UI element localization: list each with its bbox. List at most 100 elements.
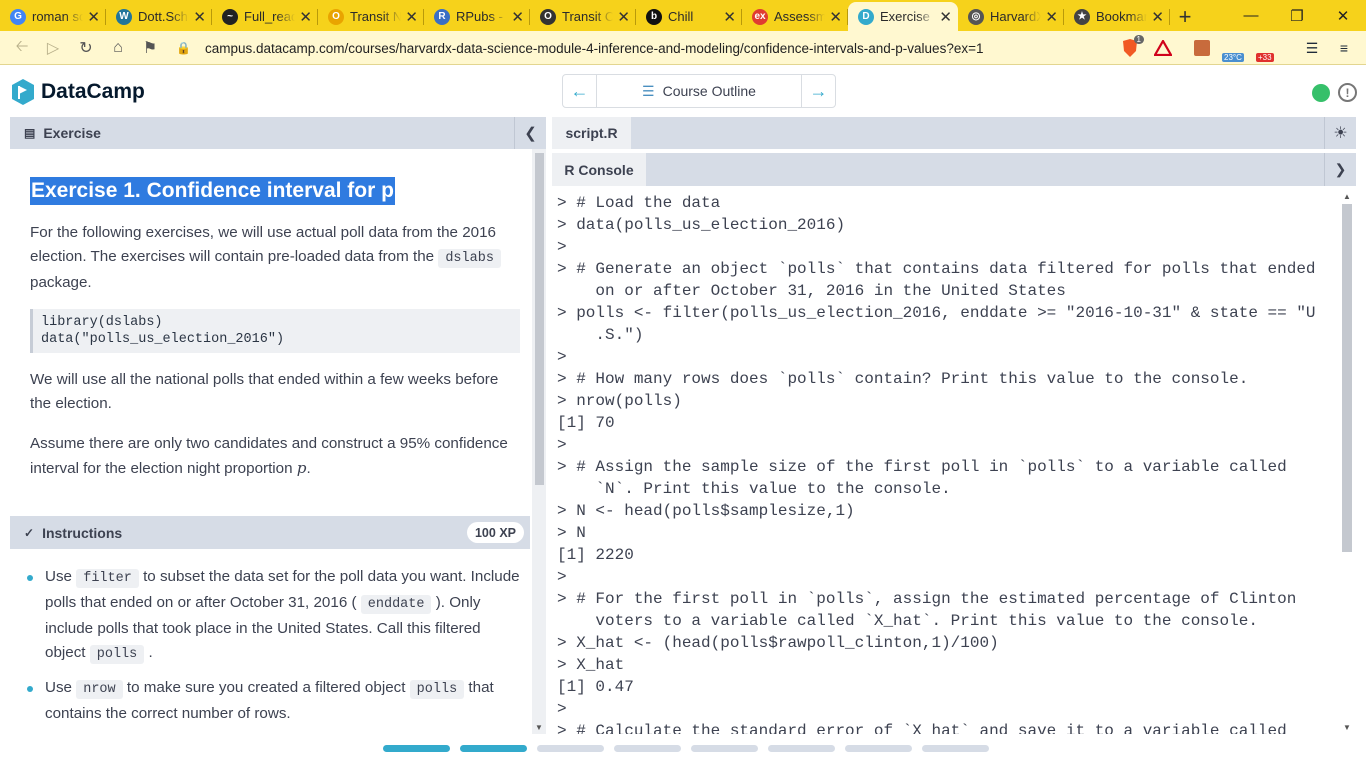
browser-tab[interactable]: ★ Bookmar ✕ [1064,2,1170,31]
browser-tab-title: roman sc [32,9,84,24]
document-icon: ▤ [24,126,36,140]
browser-tab-title: Assessme [774,9,826,24]
close-tab-icon[interactable]: ✕ [1045,8,1058,26]
exercise-header-bar: ▤ Exercise [10,117,546,149]
scroll-down-icon[interactable]: ▼ [1343,723,1351,732]
browser-tab[interactable]: ◎ HarvardX ✕ [958,2,1064,31]
browser-tab[interactable]: O Transit N ✕ [318,2,424,31]
forward-icon[interactable]: ▷ [37,32,69,64]
home-icon[interactable]: ⌂ [102,32,134,64]
scroll-up-icon[interactable]: ▲ [1343,192,1351,201]
close-tab-icon[interactable]: ✕ [193,8,206,26]
extension-a-icon[interactable] [1190,36,1214,60]
console-line: `N`. Print this value to the console. [557,480,951,498]
wave-icon: ~ [222,8,238,25]
lock-icon: 🔒 [176,41,191,55]
console-line: > # Generate an object `polls` that cont… [557,260,1316,278]
browser-tab[interactable]: O Transit Cl ✕ [530,2,636,31]
reload-icon[interactable]: ↻ [70,32,102,64]
console-line: > [557,348,567,366]
scroll-down-icon[interactable]: ▼ [535,723,543,732]
google-icon: G [10,8,26,25]
close-tab-icon[interactable]: ✕ [723,8,736,26]
progress-segment[interactable] [383,745,450,752]
collapse-panel-button[interactable]: ❮ [514,117,546,149]
close-tab-icon[interactable]: ✕ [511,8,524,26]
menu-icon: ☰ [642,82,655,99]
close-tab-icon[interactable]: ✕ [405,8,418,26]
restore-icon[interactable]: ❐ [1274,0,1320,31]
console-line: > N <- head(polls$samplesize,1) [557,502,855,520]
check-circle-icon: ✓ [24,525,35,540]
next-exercise-button[interactable]: → [802,75,835,107]
progress-segment[interactable] [614,745,681,752]
console-line: > nrow(polls) [557,392,682,410]
edx-icon: ex [752,8,768,25]
close-tab-icon[interactable]: ✕ [939,8,952,26]
browser-tab[interactable]: ~ Full_read ✕ [212,2,318,31]
tab-r-console[interactable]: R Console [552,153,646,186]
close-tab-icon[interactable]: ✕ [87,8,100,26]
tab-script[interactable]: script.R [552,117,631,149]
progress-segment[interactable] [691,745,758,752]
console-line: > X_hat [557,656,625,674]
browser-tab[interactable]: b Chill ✕ [636,2,742,31]
editor-panel: script.R ☀ R Console ❯ > # Load the data… [552,117,1356,734]
browser-tab-title: Exercise [880,9,936,24]
instruction-item: Use nrow to make sure you created a filt… [27,676,520,726]
console-line: [1] 0.47 [557,678,634,696]
r-console-output[interactable]: > # Load the data > data(polls_us_electio… [552,186,1338,734]
browser-tab[interactable]: R RPubs - F✕ [424,2,530,31]
minimize-icon[interactable]: — [1228,0,1274,31]
brave-shield-icon[interactable]: 1 [1118,35,1144,60]
back-icon[interactable]: 🡠 [6,32,38,64]
browser-tab[interactable]: Groman sc ✕ [0,2,106,31]
star-icon: ★ [1074,8,1090,25]
browser-tab[interactable]: ex Assessme✕ [742,2,848,31]
datacamp-logo[interactable]: DataCamp [10,78,145,106]
reading-list-icon[interactable]: ☰ [1300,36,1324,60]
bookmark-icon[interactable]: ⚑ [134,32,166,64]
close-tab-icon[interactable]: ✕ [829,8,842,26]
weather-extension-icon[interactable]: 23°C [1222,36,1250,62]
course-outline-button[interactable]: ☰ Course Outline [596,75,802,107]
progress-segment[interactable] [768,745,835,752]
chevron-down-icon[interactable]: ❯ [1324,153,1356,186]
rpubs-icon: R [434,8,450,25]
browser-tab[interactable]: W Dott.Schu ✕ [106,2,212,31]
progress-segment[interactable] [922,745,989,752]
browser-tab-title: RPubs - F [456,9,508,24]
scrollbar-thumb[interactable] [535,153,544,485]
close-tab-icon[interactable]: ✕ [617,8,630,26]
previous-exercise-button[interactable]: ← [563,75,596,107]
inline-code: dslabs [438,249,501,268]
browser-tab-title: Transit N [350,9,402,24]
close-tab-icon[interactable]: ✕ [299,8,312,26]
code-block: library(dslabs) data("polls_us_election_… [30,309,520,353]
brave-rewards-icon[interactable] [1151,36,1175,60]
info-icon[interactable]: ! [1338,83,1357,102]
theme-toggle-icon[interactable]: ☀ [1324,117,1356,149]
notification-extension-icon[interactable]: +33 [1256,36,1282,62]
browser-tab[interactable]: D Exercise ✕ [848,2,958,31]
url-field[interactable]: 🔒 campus.datacamp.com/courses/harvardx-d… [176,35,1116,61]
course-progress-bar [383,745,989,753]
close-tab-icon[interactable]: ✕ [1151,8,1164,26]
console-scrollbar[interactable]: ▲ ▼ [1338,190,1356,734]
scrollbar-thumb[interactable] [1342,204,1352,552]
datacamp-icon: D [858,8,874,25]
progress-segment[interactable] [845,745,912,752]
url-text: campus.datacamp.com/courses/harvardx-dat… [204,40,984,56]
exercise-bar-label: Exercise [43,125,101,141]
progress-segment[interactable] [537,745,604,752]
browser-menu-icon[interactable]: ≡ [1332,36,1356,60]
console-line: > [557,436,567,454]
session-status-indicator [1312,84,1330,102]
console-line: [1] 2220 [557,546,634,564]
exercise-scrollbar[interactable]: ▼ [532,149,546,734]
browser-tab-title: HarvardX [990,9,1042,24]
close-window-icon[interactable]: ✕ [1320,0,1366,31]
console-line: > N [557,524,586,542]
progress-segment[interactable] [460,745,527,752]
new-tab-button[interactable]: + [1170,2,1200,31]
